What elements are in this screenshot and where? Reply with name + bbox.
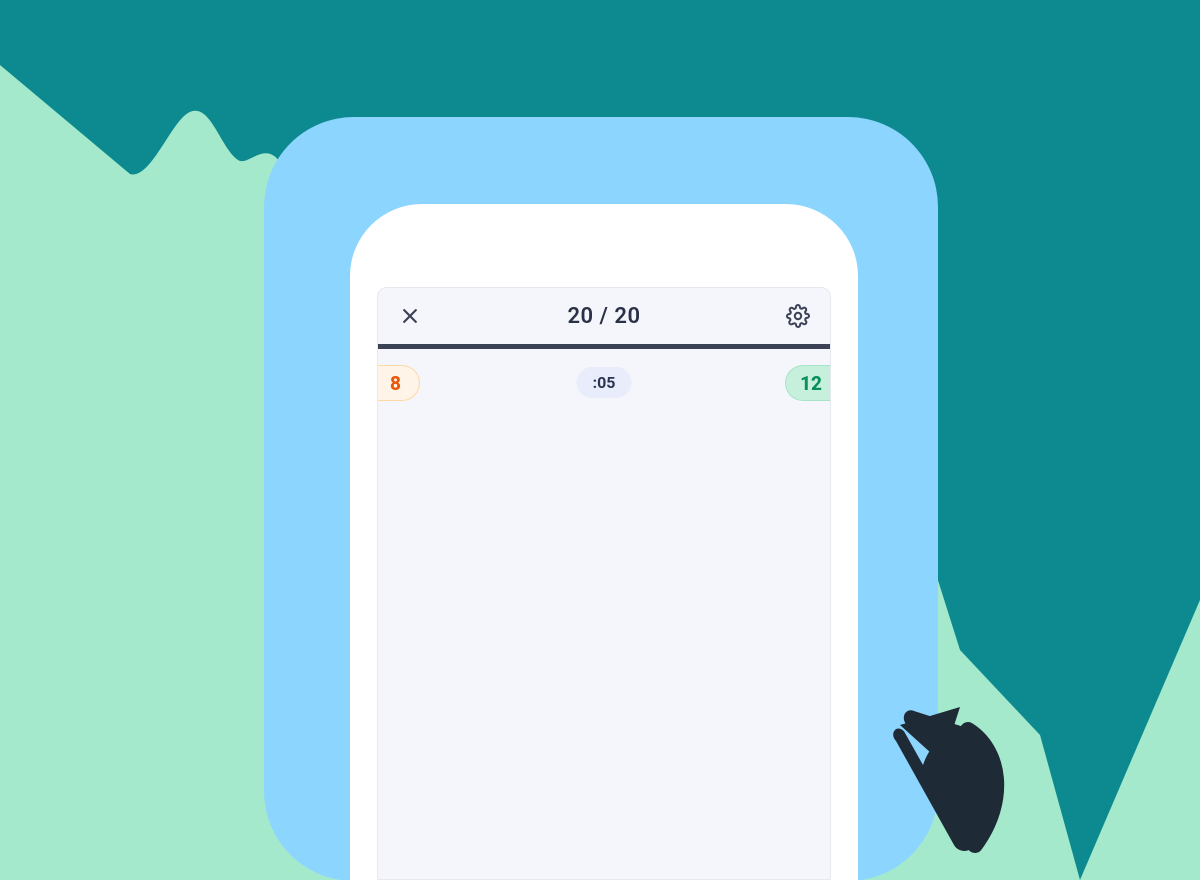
gear-icon [786, 304, 810, 328]
score-right-pill: 12 [785, 365, 831, 401]
close-icon [400, 306, 420, 326]
score-left-pill: 8 [377, 365, 420, 401]
progress-counter: 20 / 20 [567, 304, 640, 329]
app-header: 20 / 20 [378, 288, 830, 344]
app-screen: 20 / 20 8 :05 12 [377, 287, 831, 880]
close-button[interactable] [394, 300, 426, 332]
timer-pill: :05 [577, 367, 632, 398]
phone-frame: 20 / 20 8 :05 12 [350, 204, 858, 880]
progress-bar [378, 344, 830, 349]
scoreboard: 8 :05 12 [378, 355, 830, 411]
settings-button[interactable] [782, 300, 814, 332]
stage: 20 / 20 8 :05 12 [0, 0, 1200, 880]
